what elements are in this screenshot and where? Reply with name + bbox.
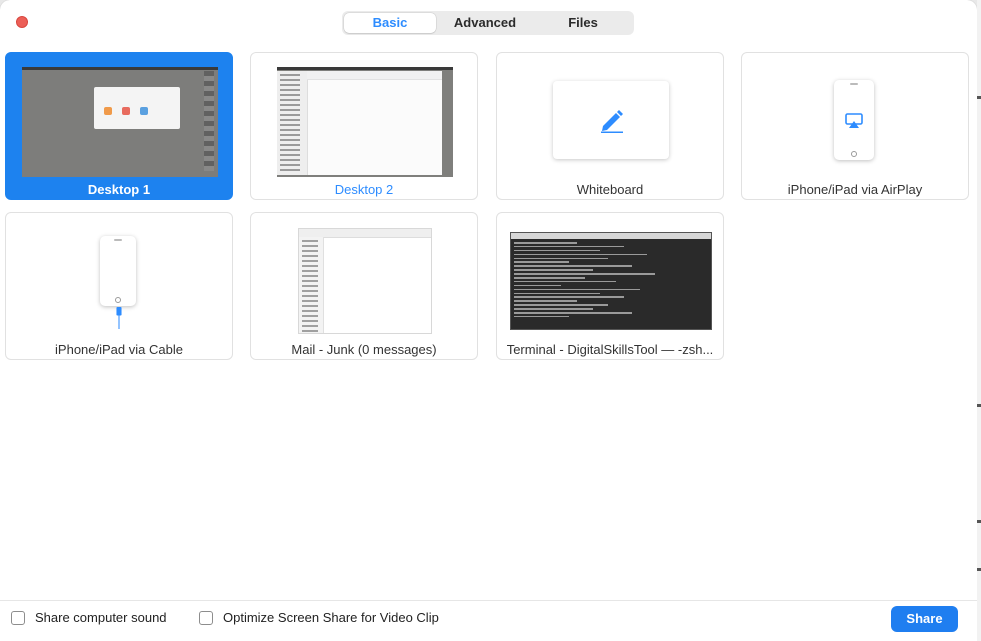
terminal-thumbnail	[511, 233, 711, 329]
mail-thumbnail	[299, 229, 431, 333]
background-window-edge	[977, 0, 981, 641]
checkbox-label: Optimize Screen Share for Video Clip	[223, 610, 439, 625]
source-desktop-1[interactable]: Desktop 1	[5, 52, 233, 200]
close-window-button[interactable]	[16, 16, 28, 28]
checkbox-label: Share computer sound	[35, 610, 167, 625]
tab-files[interactable]: Files	[534, 13, 632, 33]
footer-bar: Share computer sound Optimize Screen Sha…	[0, 600, 977, 641]
share-button[interactable]: Share	[891, 606, 958, 632]
source-airplay[interactable]: iPhone/iPad via AirPlay	[741, 52, 969, 200]
desktop-1-thumbnail	[22, 67, 218, 177]
iphone-thumbnail	[100, 236, 136, 306]
source-whiteboard[interactable]: Whiteboard	[496, 52, 724, 200]
checkbox-box[interactable]	[11, 610, 25, 625]
source-terminal-window[interactable]: Terminal - DigitalSkillsTool — -zsh...	[496, 212, 724, 360]
cable-icon	[116, 307, 122, 329]
source-label: Desktop 1	[87, 182, 151, 197]
share-tabs: Basic Advanced Files	[342, 11, 634, 35]
airplay-icon	[845, 113, 863, 128]
tab-basic[interactable]: Basic	[344, 13, 436, 33]
iphone-thumbnail	[834, 80, 874, 160]
source-label: Mail - Junk (0 messages)	[291, 342, 437, 357]
source-label: Whiteboard	[576, 182, 644, 197]
pencil-icon	[601, 110, 623, 133]
source-label: Desktop 2	[334, 182, 394, 197]
source-label: Terminal - DigitalSkillsTool — -zsh...	[506, 342, 714, 357]
source-label: iPhone/iPad via Cable	[55, 342, 183, 357]
source-cable[interactable]: iPhone/iPad via Cable	[5, 212, 233, 360]
share-screen-window: Basic Advanced Files Desktop 1 Desktop 2	[0, 0, 977, 641]
tab-advanced[interactable]: Advanced	[436, 13, 534, 33]
desktop-2-thumbnail	[277, 67, 453, 177]
whiteboard-thumbnail	[553, 81, 669, 159]
optimize-video-clip-checkbox[interactable]: Optimize Screen Share for Video Clip	[199, 610, 439, 625]
source-label: iPhone/iPad via AirPlay	[787, 182, 923, 197]
source-mail-window[interactable]: Mail - Junk (0 messages)	[250, 212, 478, 360]
share-computer-sound-checkbox[interactable]: Share computer sound	[11, 610, 167, 625]
checkbox-box[interactable]	[199, 610, 213, 625]
source-desktop-2[interactable]: Desktop 2	[250, 52, 478, 200]
